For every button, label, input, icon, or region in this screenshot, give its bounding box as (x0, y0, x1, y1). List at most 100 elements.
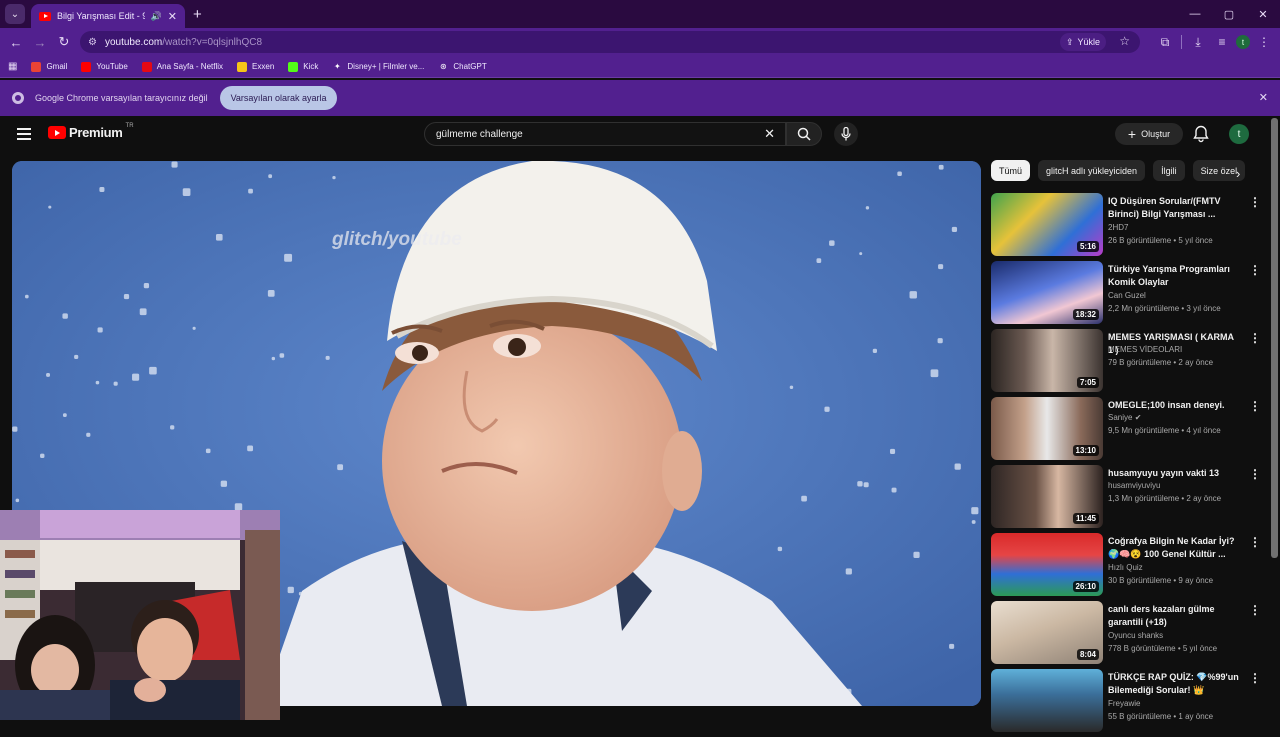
video-thumbnail[interactable]: 18:32 (991, 261, 1103, 324)
channel-name[interactable]: Saniye (1108, 413, 1132, 422)
recommendation-item[interactable]: 18:32 Türkiye Yarışma Programları Komik O… (991, 261, 1266, 329)
apps-icon[interactable]: ▦ (8, 61, 17, 72)
more-actions-icon[interactable]: ⋮ (1249, 400, 1261, 412)
tab-close-icon[interactable]: ✕ (168, 10, 177, 23)
video-title[interactable]: OMEGLE;100 insan deneyi. (1108, 399, 1240, 412)
recommendation-item[interactable]: 5:16 IQ Düşüren Sorular/(FMTV Birinci) Bi… (991, 193, 1266, 261)
bookmark-label: Gmail (46, 62, 68, 71)
search-button[interactable] (786, 122, 822, 146)
forward-button[interactable]: → (28, 30, 52, 54)
more-actions-icon[interactable]: ⋮ (1249, 468, 1261, 480)
bookmark-kick[interactable]: Kick (288, 61, 318, 72)
video-meta: 1,3 Mn görüntüleme • 2 ay önce (1108, 494, 1222, 503)
site-info-icon[interactable]: ⚙ (88, 37, 97, 48)
more-actions-icon[interactable]: ⋮ (1249, 536, 1261, 548)
video-thumbnail[interactable]: 13:10 (991, 397, 1103, 460)
recommendation-item[interactable]: 13:10 OMEGLE;100 insan deneyi. Saniye ✔ 9,5… (991, 397, 1266, 465)
filter-chip[interactable]: glitcH adlı yükleyiciden (1038, 160, 1146, 181)
more-actions-icon[interactable]: ⋮ (1249, 672, 1261, 684)
recommendation-item[interactable]: 11:45 husamyuyu yayın vakti 13 husamviyuvi… (991, 465, 1266, 533)
video-thumbnail[interactable]: 11:45 (991, 465, 1103, 528)
related-filter-chips: Tümü glitcH adlı yükleyiciden İlgili Size ö… (991, 160, 1261, 182)
recommendation-item[interactable]: 26:10 Coğrafya Bilgin Ne Kadar İyi? 🌍🧠😵 1… (991, 533, 1266, 601)
menu-icon[interactable] (17, 128, 31, 140)
maximize-button[interactable]: ▢ (1212, 0, 1246, 28)
video-title[interactable]: TÜRKÇE RAP QUİZ: 💎%99'un Bilemediği Soru… (1108, 671, 1240, 697)
browser-toolbar: ← → ↻ ⚙ youtube.com/watch?v=0qlsjnlhQC8 … (0, 28, 1280, 56)
video-title[interactable]: husamyuyu yayın vakti 13 (1108, 467, 1240, 480)
search-icon (797, 127, 811, 141)
recommendation-item[interactable]: 8:04 canlı ders kazaları gülme garantili … (991, 601, 1266, 669)
video-thumbnail[interactable]: 8:04 (991, 601, 1103, 664)
more-actions-icon[interactable]: ⋮ (1249, 332, 1261, 344)
video-thumbnail[interactable]: 26:10 (991, 533, 1103, 596)
bookmark-label: Exxen (252, 62, 275, 71)
channel-name[interactable]: Can Guzel (1108, 291, 1146, 300)
extensions-icon[interactable]: ⧉ (1155, 30, 1175, 54)
media-controls-icon[interactable]: ≡ (1212, 30, 1232, 54)
bookmark-netflix[interactable]: Ana Sayfa - Netflix (141, 61, 223, 72)
video-thumbnail[interactable]: 7:05 (991, 329, 1103, 392)
minimize-button[interactable]: — (1178, 0, 1212, 28)
youtube-favicon-icon (39, 11, 51, 21)
video-meta: 30 B görüntüleme • 9 ay önce (1108, 576, 1214, 585)
filter-chip[interactable]: İlgili (1153, 160, 1185, 181)
video-thumbnail[interactable] (991, 669, 1103, 732)
create-button[interactable]: + Oluştur (1115, 123, 1183, 145)
bookmark-gmail[interactable]: Gmail (31, 61, 68, 72)
back-button[interactable]: ← (4, 30, 28, 54)
bookmark-star-icon[interactable]: ☆ (1119, 34, 1130, 48)
recommendation-item[interactable]: TÜRKÇE RAP QUİZ: 💎%99'un Bilemediği Soru… (991, 669, 1266, 737)
video-title[interactable]: Türkiye Yarışma Programları Komik Olayla… (1108, 263, 1240, 289)
bookmark-label: YouTube (96, 62, 128, 71)
channel-name[interactable]: Freyawie (1108, 699, 1140, 708)
set-default-button[interactable]: Varsayılan olarak ayarla (219, 86, 338, 110)
tab-search-button[interactable]: ⌄ (5, 4, 25, 24)
reload-button[interactable]: ↻ (52, 30, 76, 54)
channel-name[interactable]: Oyuncu shanks (1108, 631, 1163, 640)
recommendations-list: 5:16 IQ Düşüren Sorular/(FMTV Birinci) Bi… (991, 193, 1266, 737)
download-icon[interactable]: ⤓ (1188, 30, 1208, 54)
bookmark-chatgpt[interactable]: ⊛ ChatGPT (438, 62, 487, 72)
video-thumbnail[interactable]: 5:16 (991, 193, 1103, 256)
more-actions-icon[interactable]: ⋮ (1249, 196, 1261, 208)
channel-name[interactable]: Hızlı Quiz (1108, 563, 1143, 572)
logo-country: TR (125, 122, 134, 129)
chrome-logo-icon (12, 92, 24, 104)
speaker-icon[interactable]: 🔊 (151, 11, 162, 22)
clear-search-icon[interactable]: ✕ (764, 126, 775, 142)
filter-chip[interactable]: Tümü (991, 160, 1031, 181)
bookmark-youtube[interactable]: YouTube (81, 61, 128, 72)
chevron-right-icon[interactable]: › (1236, 166, 1240, 181)
video-duration: 11:45 (1072, 513, 1099, 524)
video-title[interactable]: IQ Düşüren Sorular/(FMTV Birinci) Bilgi … (1108, 195, 1240, 221)
notifications-bell-icon[interactable] (1193, 125, 1209, 143)
new-tab-button[interactable]: + (193, 6, 202, 23)
more-actions-icon[interactable]: ⋮ (1249, 604, 1261, 616)
bookmark-disney[interactable]: ✦ Disney+ | Filmler ve... (332, 62, 424, 72)
avatar[interactable]: t (1229, 124, 1249, 144)
browser-tab[interactable]: Bilgi Yarışması Edit - 9 (Yeni 🔊 ✕ (31, 4, 185, 28)
video-title[interactable]: canlı ders kazaları gülme garantili (+18… (1108, 603, 1240, 629)
bookmark-exxen[interactable]: Exxen (237, 61, 275, 72)
youtube-logo[interactable]: Premium TR (48, 122, 134, 140)
channel-name[interactable]: MEMES VİDEOLARI (1108, 345, 1182, 354)
close-window-button[interactable]: ✕ (1246, 0, 1280, 28)
voice-search-button[interactable] (834, 122, 858, 146)
address-bar[interactable]: ⚙ youtube.com/watch?v=0qlsjnlhQC8 ⇪ Yükle… (80, 31, 1140, 53)
kick-icon (288, 61, 299, 72)
channel-name[interactable]: husamviyuviyu (1108, 481, 1160, 490)
infobar-close-icon[interactable]: ✕ (1259, 91, 1268, 104)
page-scrollbar[interactable] (1271, 118, 1278, 558)
recommendation-item[interactable]: 7:05 MEMES YARIŞMASI ( KARMA 1 ) MEMES VİD… (991, 329, 1266, 397)
more-actions-icon[interactable]: ⋮ (1249, 264, 1261, 276)
search-input[interactable]: gülmeme challenge ✕ (424, 122, 786, 146)
youtube-icon (81, 61, 92, 72)
infobar-message: Google Chrome varsayılan tarayıcınız değ… (35, 93, 208, 103)
video-title[interactable]: Coğrafya Bilgin Ne Kadar İyi? 🌍🧠😵 100 Ge… (1108, 535, 1240, 561)
profile-avatar[interactable]: t (1236, 35, 1250, 49)
channel-row: MEMES VİDEOLARI (1108, 345, 1182, 354)
channel-name[interactable]: 2HD7 (1108, 223, 1128, 232)
chrome-menu-icon[interactable]: ⋮ (1254, 30, 1274, 54)
upload-button[interactable]: ⇪ Yükle (1059, 33, 1106, 51)
